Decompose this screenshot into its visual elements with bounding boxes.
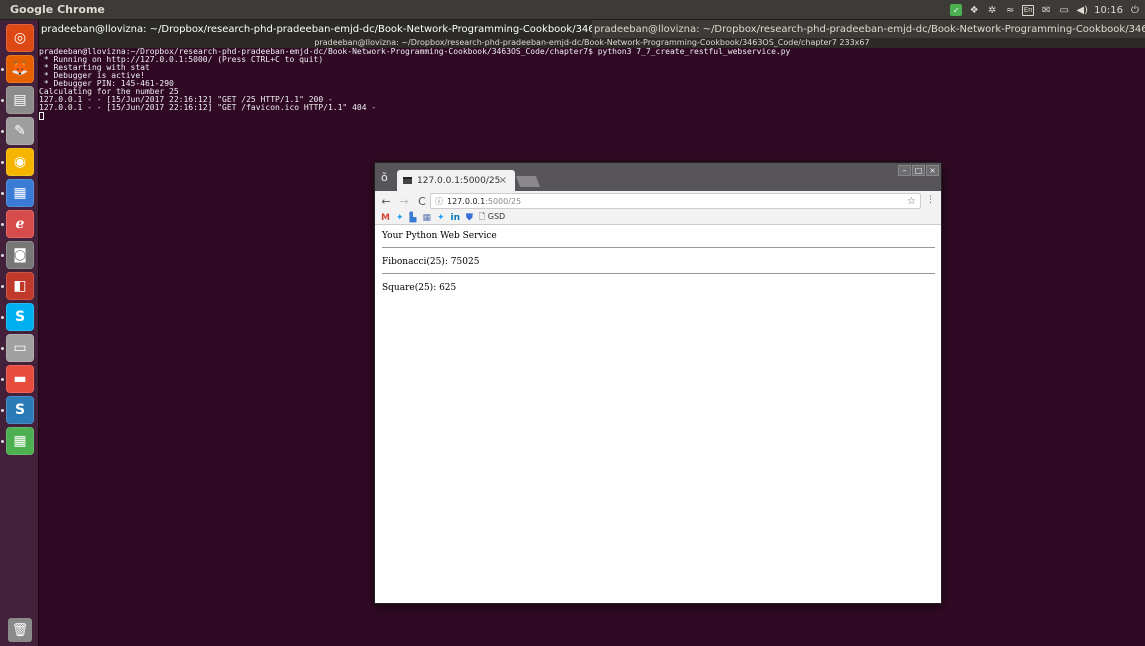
browser-toolbar: ← → C ⓘ 127.0.0.1:5000/25 ☆ ⋮ xyxy=(375,191,941,211)
url-path: :5000/25 xyxy=(485,196,522,206)
linkedin-bookmark-icon[interactable]: in xyxy=(451,213,461,223)
trash-icon[interactable]: 🗑 xyxy=(8,618,32,642)
square-result: Square(25): 625 xyxy=(382,283,457,293)
spreadsheet-icon[interactable]: ▦ xyxy=(6,427,34,455)
terminal-line: 127.0.0.1 - - [15/Jun/2017 22:16:12] "GE… xyxy=(39,103,377,112)
terminal-tab-2[interactable]: pradeeban@llovizna: ~/Dropbox/research-p… xyxy=(592,20,1145,38)
app-window-icon[interactable]: ▭ xyxy=(6,334,34,362)
text-editor-icon[interactable]: ✎ xyxy=(6,117,34,145)
forward-icon[interactable]: → xyxy=(397,195,411,208)
ubuntu-dash-icon[interactable]: ◎ xyxy=(6,24,34,52)
incognito-icon: ǒ xyxy=(381,171,388,184)
top-panel: Google Chrome ✓ ❖ ✲ ≈ En ✉ ▭ ◀) 10:16 ⏻ xyxy=(0,0,1145,20)
close-tab-icon[interactable]: × xyxy=(499,175,507,186)
divider xyxy=(382,247,935,248)
dropbox-icon[interactable]: ❖ xyxy=(968,4,980,16)
terminal-line: * Restarting with stat xyxy=(39,63,150,72)
chrome-menu-icon[interactable]: ⋮ xyxy=(926,195,935,205)
indicator-area: ✓ ❖ ✲ ≈ En ✉ ▭ ◀) 10:16 ⏻ xyxy=(950,0,1141,20)
maximize-icon[interactable]: □ xyxy=(912,165,925,176)
reload-icon[interactable]: C xyxy=(415,195,429,208)
running-indicator xyxy=(1,285,4,288)
running-indicator xyxy=(1,68,4,71)
gsd-bookmark[interactable]: 🗋 GSD xyxy=(479,211,505,225)
ebook-icon[interactable]: ℯ xyxy=(6,210,34,238)
fibonacci-result: Fibonacci(25): 75025 xyxy=(382,257,480,267)
running-indicator xyxy=(1,192,4,195)
writer-icon[interactable]: ▦ xyxy=(6,179,34,207)
battery-icon[interactable]: ▭ xyxy=(1058,4,1070,16)
bookmark-star-icon[interactable]: ☆ xyxy=(907,196,916,207)
running-indicator xyxy=(1,161,4,164)
gsd-bookmark-label: GSD xyxy=(487,211,506,221)
update-indicator-icon[interactable]: ✓ xyxy=(950,4,963,16)
terminal-line: * Running on http://127.0.0.1:5000/ (Pre… xyxy=(39,55,324,64)
back-icon[interactable]: ← xyxy=(379,195,393,208)
running-indicator xyxy=(1,254,4,257)
window-controls: – □ × xyxy=(898,165,939,176)
terminal-line: * Debugger PIN: 145-461-290 xyxy=(39,79,174,88)
minimize-icon[interactable]: – xyxy=(898,165,911,176)
url-host: 127.0.0.1 xyxy=(447,196,486,206)
mail-icon[interactable]: ✉ xyxy=(1040,4,1052,16)
skype-icon[interactable]: S xyxy=(6,303,34,331)
keyboard-layout-indicator[interactable]: En xyxy=(1022,4,1035,16)
docs-bookmark-icon[interactable]: ▙ xyxy=(410,213,417,223)
clock[interactable]: 10:16 xyxy=(1094,4,1123,16)
running-indicator xyxy=(1,223,4,226)
terminal-tab-1[interactable]: pradeeban@llovizna: ~/Dropbox/research-p… xyxy=(39,20,592,38)
running-indicator xyxy=(1,409,4,412)
active-app-title: Google Chrome xyxy=(10,3,105,16)
presentation-icon[interactable]: ▬ xyxy=(6,365,34,393)
bookmarks-bar: M ✦ ▙ ▦ ✦ in ⛊ 🗋 GSD xyxy=(375,211,941,225)
running-indicator xyxy=(1,347,4,350)
slides-icon[interactable]: S xyxy=(6,396,34,424)
terminal-tab-bar: pradeeban@llovizna: ~/Dropbox/research-p… xyxy=(39,20,1145,38)
chrome-icon[interactable]: ◉ xyxy=(6,148,34,176)
power-icon[interactable]: ⏻ xyxy=(1129,4,1141,16)
jetbrains-icon[interactable]: ◧ xyxy=(6,272,34,300)
running-indicator xyxy=(1,130,4,133)
running-indicator xyxy=(1,99,4,102)
tab-title: 127.0.0.1:5000/25 xyxy=(417,175,501,186)
tab-favicon-icon xyxy=(403,177,412,184)
wifi-icon[interactable]: ≈ xyxy=(1004,4,1016,16)
running-indicator xyxy=(1,316,4,319)
twitter-bookmark-icon-2[interactable]: ✦ xyxy=(437,213,445,223)
screenshot-icon[interactable]: ◙ xyxy=(6,241,34,269)
terminal-tab-label: pradeeban@llovizna: ~/Dropbox/research-p… xyxy=(41,23,592,35)
divider xyxy=(382,273,935,274)
files-icon[interactable]: ▤ xyxy=(6,86,34,114)
running-indicator xyxy=(1,378,4,381)
terminal-cursor xyxy=(39,112,1145,122)
browser-tab[interactable]: 127.0.0.1:5000/25 × xyxy=(397,170,515,191)
web-page-content: Your Python Web Service Fibonacci(25): 7… xyxy=(375,226,941,603)
stats-bookmark-icon[interactable]: ▦ xyxy=(422,213,431,223)
settings-indicator-icon[interactable]: ✲ xyxy=(986,4,998,16)
service-heading: Your Python Web Service xyxy=(382,231,497,241)
close-window-icon[interactable]: × xyxy=(926,165,939,176)
info-icon[interactable]: ⓘ xyxy=(435,196,443,207)
volume-icon[interactable]: ◀) xyxy=(1076,4,1088,16)
chrome-tab-bar: ǒ 127.0.0.1:5000/25 × – □ × xyxy=(375,163,941,191)
running-indicator xyxy=(1,440,4,443)
twitter-bookmark-icon[interactable]: ✦ xyxy=(396,213,404,223)
launcher: ◎ 🦊 ▤ ✎ ◉ ▦ ℯ ◙ ◧ S ▭ ▬ S ▦ xyxy=(0,20,39,646)
terminal-tab-label: pradeeban@llovizna: ~/Dropbox/research-p… xyxy=(594,23,1145,35)
firefox-icon[interactable]: 🦊 xyxy=(6,55,34,83)
new-tab-button[interactable] xyxy=(515,176,541,187)
address-bar[interactable]: ⓘ 127.0.0.1:5000/25 ☆ xyxy=(430,193,921,209)
terminal-line: * Debugger is active! xyxy=(39,71,145,80)
gmail-bookmark-icon[interactable]: M xyxy=(381,213,390,223)
chrome-window: ǒ 127.0.0.1:5000/25 × – □ × ← → C ⓘ 127.… xyxy=(374,162,942,604)
shield-bookmark-icon[interactable]: ⛊ xyxy=(466,213,473,223)
